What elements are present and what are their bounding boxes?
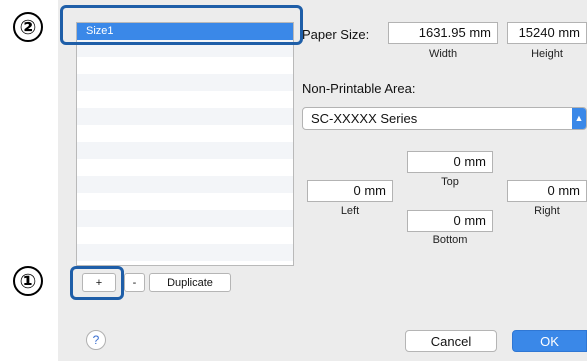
list-item	[77, 210, 293, 227]
left-label: Left	[340, 205, 360, 217]
right-label: Right	[534, 205, 560, 217]
paper-size-label: Paper Size:	[302, 27, 370, 42]
bottom-label: Bottom	[432, 234, 468, 246]
right-margin-field[interactable]: 0 mm	[507, 180, 587, 202]
paper-height-field[interactable]: 15240 mm	[507, 22, 587, 44]
list-item	[77, 193, 293, 210]
height-label: Height	[531, 48, 563, 60]
printer-select-value: SC-XXXXX Series	[311, 111, 418, 126]
left-margin-field[interactable]: 0 mm	[307, 180, 393, 202]
ok-button[interactable]: OK	[512, 330, 587, 352]
paper-size-list[interactable]: Size1	[76, 22, 294, 266]
list-item	[77, 108, 293, 125]
help-button[interactable]: ?	[86, 330, 106, 350]
printer-select[interactable]: SC-XXXXX Series ▲︎	[302, 107, 587, 130]
list-item	[77, 74, 293, 91]
duplicate-button[interactable]: Duplicate	[149, 273, 231, 292]
cancel-button[interactable]: Cancel	[405, 330, 497, 352]
callout-2: ②	[13, 12, 43, 42]
non-printable-area-label: Non-Printable Area:	[302, 81, 416, 96]
list-item	[77, 125, 293, 142]
highlight-selected-size	[60, 5, 303, 45]
bottom-margin-field[interactable]: 0 mm	[407, 210, 493, 232]
list-item	[77, 57, 293, 74]
list-item	[77, 176, 293, 193]
chevron-updown-icon: ▲︎	[572, 108, 586, 129]
highlight-add-button	[70, 266, 124, 300]
list-item	[77, 227, 293, 244]
paper-width-field[interactable]: 1631.95 mm	[388, 22, 498, 44]
top-label: Top	[441, 176, 459, 188]
width-label: Width	[428, 48, 458, 60]
callout-1: ①	[13, 266, 43, 296]
custom-paper-sizes-dialog: ② ① Size1 + - Duplicate Paper Size: 1631…	[0, 0, 587, 361]
list-item	[77, 159, 293, 176]
list-item	[77, 142, 293, 159]
remove-size-button[interactable]: -	[124, 273, 145, 292]
list-item	[77, 91, 293, 108]
top-margin-field[interactable]: 0 mm	[407, 151, 493, 173]
list-item	[77, 244, 293, 261]
